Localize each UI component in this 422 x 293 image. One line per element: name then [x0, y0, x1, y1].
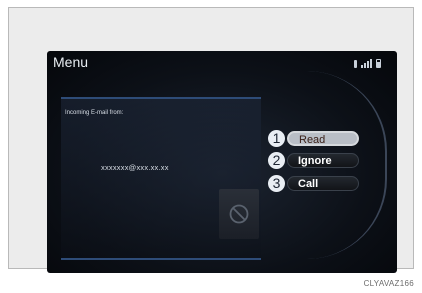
option-read[interactable]: 1 Read — [268, 130, 359, 147]
option-call[interactable]: 3 Call — [268, 175, 359, 192]
figure-frame: Menu Incoming E-mail from: xxxxxxx@xxx.x… — [8, 7, 414, 273]
call-button[interactable]: Call — [287, 176, 359, 191]
option-number: 1 — [268, 130, 285, 147]
block-button[interactable] — [219, 189, 259, 239]
block-icon — [229, 204, 249, 224]
signal-icon — [361, 59, 372, 68]
sender-address: xxxxxxx@xxx.xx.xx — [101, 163, 169, 172]
notification-panel: Incoming E-mail from: xxxxxxx@xxx.xx.xx — [61, 97, 261, 260]
bluetooth-icon — [354, 60, 357, 68]
battery-icon — [376, 59, 381, 68]
status-bar — [354, 59, 381, 68]
ignore-button[interactable]: Ignore — [287, 153, 359, 168]
figure-caption: CLYAVAZ166 — [363, 279, 414, 288]
option-number: 3 — [268, 175, 285, 192]
notification-label: Incoming E-mail from: — [65, 110, 124, 116]
read-button[interactable]: Read — [287, 131, 359, 146]
menu-title: Menu — [53, 54, 89, 70]
display-screen: Menu Incoming E-mail from: xxxxxxx@xxx.x… — [47, 51, 397, 273]
option-ignore[interactable]: 2 Ignore — [268, 152, 359, 169]
option-number: 2 — [268, 152, 285, 169]
